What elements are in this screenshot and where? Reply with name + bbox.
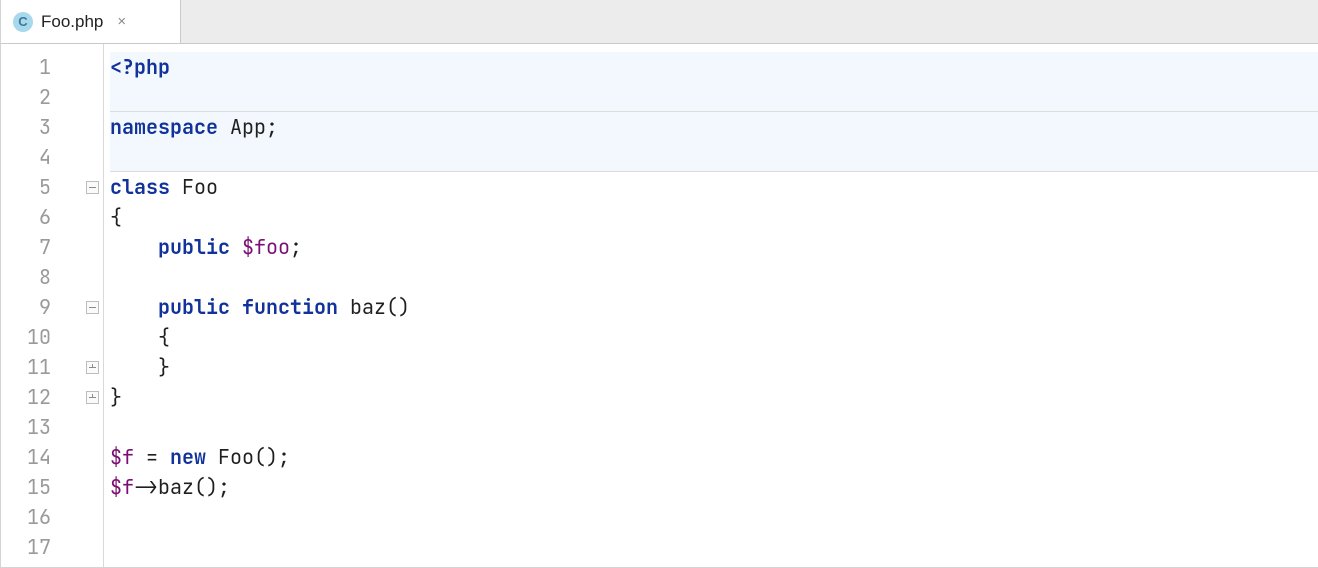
variable-f: $f (110, 474, 134, 500)
close-icon[interactable]: × (111, 13, 128, 30)
fold-slot (81, 532, 103, 562)
line-number: 16 (1, 502, 81, 532)
php-open-tag: <?php (110, 54, 170, 80)
indent (110, 354, 158, 380)
brace-open: { (158, 324, 170, 350)
code-line (110, 142, 1318, 172)
property-foo: $foo (242, 234, 290, 260)
assign: = (134, 444, 170, 470)
code-line (110, 412, 1318, 442)
class-ref-foo: Foo (206, 444, 254, 470)
ide-window: C Foo.php × 1234567891011121314151617 <?… (0, 0, 1318, 568)
fold-slot (81, 232, 103, 262)
code-line: class Foo (110, 172, 1318, 202)
keyword-function: function (242, 294, 338, 320)
fold-slot (81, 112, 103, 142)
fold-open-icon[interactable] (86, 301, 99, 314)
php-class-icon: C (13, 12, 33, 32)
code-line: namespace App; (110, 112, 1318, 142)
variable-f: $f (110, 444, 134, 470)
semicolon: ; (278, 444, 290, 470)
fold-slot (81, 52, 103, 82)
fold-close-icon[interactable] (86, 391, 99, 404)
arrow-operator: -> (134, 474, 158, 500)
fold-slot (81, 172, 103, 202)
fold-slot (81, 142, 103, 172)
namespace-name: App (218, 114, 266, 140)
keyword-public: public (158, 234, 230, 260)
tab-bar: C Foo.php × (1, 0, 1318, 44)
line-number: 17 (1, 532, 81, 562)
keyword-namespace: namespace (110, 114, 218, 140)
line-number: 5 (1, 172, 81, 202)
method-call-baz: baz() (158, 474, 218, 500)
line-number: 6 (1, 202, 81, 232)
line-number: 15 (1, 472, 81, 502)
line-number: 13 (1, 412, 81, 442)
code-line (110, 82, 1318, 112)
editor-tab[interactable]: C Foo.php × (1, 0, 181, 43)
keyword-new: new (170, 444, 206, 470)
fold-close-icon[interactable] (86, 361, 99, 374)
code-line (110, 502, 1318, 532)
fold-slot (81, 262, 103, 292)
code-line: { (110, 202, 1318, 232)
method-name-baz: baz (338, 294, 386, 320)
space (230, 234, 242, 260)
fold-gutter (81, 44, 103, 567)
fold-slot (81, 322, 103, 352)
code-line (110, 532, 1318, 562)
code-line: { (110, 322, 1318, 352)
class-name: Foo (170, 174, 218, 200)
fold-slot (81, 502, 103, 532)
line-number: 7 (1, 232, 81, 262)
keyword-public: public (158, 294, 230, 320)
line-number: 2 (1, 82, 81, 112)
code-editor[interactable]: 1234567891011121314151617 <?php namespac… (1, 44, 1318, 567)
fold-open-icon[interactable] (86, 181, 99, 194)
indent (110, 234, 158, 260)
semicolon: ; (218, 474, 230, 500)
line-number: 12 (1, 382, 81, 412)
code-line: } (110, 382, 1318, 412)
space (230, 294, 242, 320)
semicolon: ; (290, 234, 302, 260)
line-number: 4 (1, 142, 81, 172)
fold-slot (81, 472, 103, 502)
parens: () (386, 294, 410, 320)
line-number: 14 (1, 442, 81, 472)
keyword-class: class (110, 174, 170, 200)
indent (110, 294, 158, 320)
semicolon: ; (266, 114, 278, 140)
line-number: 9 (1, 292, 81, 322)
fold-slot (81, 202, 103, 232)
fold-slot (81, 382, 103, 412)
fold-slot (81, 352, 103, 382)
line-number: 3 (1, 112, 81, 142)
code-line: public function baz() (110, 292, 1318, 322)
code-line: } (110, 352, 1318, 382)
brace-open: { (110, 204, 122, 230)
line-number: 8 (1, 262, 81, 292)
code-line: $f = new Foo(); (110, 442, 1318, 472)
fold-slot (81, 412, 103, 442)
line-number: 10 (1, 322, 81, 352)
line-number-gutter: 1234567891011121314151617 (1, 44, 81, 567)
code-area[interactable]: <?php namespace App; class Foo { public … (103, 44, 1318, 567)
tab-filename: Foo.php (41, 12, 103, 32)
code-line: $f->baz(); (110, 472, 1318, 502)
fold-slot (81, 82, 103, 112)
parens: () (254, 444, 278, 470)
brace-close: } (110, 384, 122, 410)
line-number: 1 (1, 52, 81, 82)
indent (110, 324, 158, 350)
fold-slot (81, 442, 103, 472)
code-line: public $foo; (110, 232, 1318, 262)
code-line: <?php (110, 52, 1318, 82)
code-line (110, 262, 1318, 292)
line-number: 11 (1, 352, 81, 382)
fold-slot (81, 292, 103, 322)
brace-close: } (158, 354, 170, 380)
